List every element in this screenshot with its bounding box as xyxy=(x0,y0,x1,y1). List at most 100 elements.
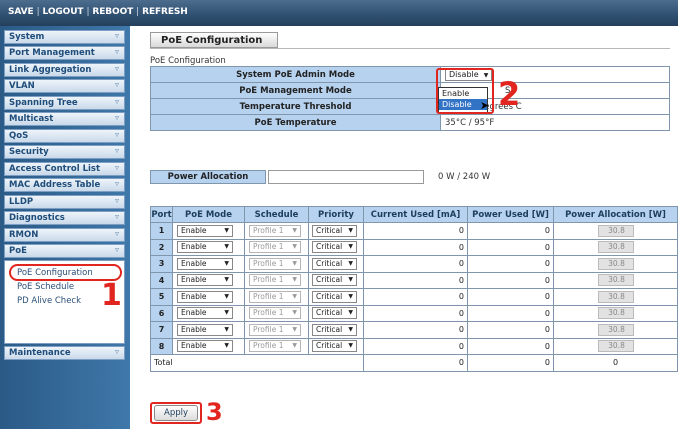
logout-link[interactable]: LOGOUT xyxy=(43,7,84,17)
priority-select[interactable]: Critical ▼ xyxy=(312,257,357,270)
sidebar-item-system[interactable]: System ▿ xyxy=(4,30,125,44)
submenu-item-poe-schedule[interactable]: PoE Schedule xyxy=(17,282,74,292)
dropdown-arrow-icon: ▼ xyxy=(292,243,297,251)
priority-select[interactable]: Critical ▼ xyxy=(312,241,357,254)
main-content: PoE Configuration PoE Configuration Syst… xyxy=(140,26,678,429)
poe-mode-select[interactable]: Enable ▼ xyxy=(177,340,233,353)
power-allocation-value: 0 W / 240 W xyxy=(438,172,491,182)
top-nav: SAVE | LOGOUT | REBOOT | REFRESH xyxy=(8,7,188,17)
power-allocation-cell: 30.8 xyxy=(553,337,678,355)
column-header-poe-mode: PoE Mode xyxy=(172,206,245,223)
poe-mode-value: Enable xyxy=(181,275,207,285)
priority-select[interactable]: Critical ▼ xyxy=(312,290,357,303)
top-bar: SAVE | LOGOUT | REBOOT | REFRESH xyxy=(0,0,678,26)
config-row-mgmt-mode: PoE Management Mode S xyxy=(150,82,670,99)
poe-mode-select[interactable]: Enable ▼ xyxy=(177,307,233,320)
current-used: 0 xyxy=(363,271,468,289)
sidebar-item-label: VLAN xyxy=(9,81,35,91)
tab-poe-configuration[interactable]: PoE Configuration xyxy=(150,32,278,48)
port-number: 6 xyxy=(150,304,173,322)
sidebar-item-vlan[interactable]: VLAN ▿ xyxy=(4,79,125,93)
power-used: 0 xyxy=(467,238,554,256)
poe-mode-select[interactable]: Enable ▼ xyxy=(177,323,233,336)
save-link[interactable]: SAVE xyxy=(8,7,34,17)
apply-button[interactable]: Apply xyxy=(154,405,198,421)
schedule-cell: Profile 1 ▼ xyxy=(244,321,309,339)
schedule-select: Profile 1 ▼ xyxy=(249,241,301,254)
reboot-link[interactable]: REBOOT xyxy=(92,7,133,17)
dropdown-arrow-icon: ▼ xyxy=(292,309,297,317)
dropdown-arrow-icon: ▼ xyxy=(292,325,297,333)
poe-ports-table: Port PoE Mode Schedule Priority Current … xyxy=(150,206,678,372)
power-allocation-input: 30.8 xyxy=(597,257,634,270)
dropdown-arrow-icon: ▼ xyxy=(224,226,229,234)
sidebar-item-maintenance[interactable]: Maintenance ▿ xyxy=(4,346,125,360)
priority-select[interactable]: Critical ▼ xyxy=(312,307,357,320)
mouse-cursor-icon: ➤ xyxy=(480,99,490,112)
table-row: 2 Enable ▼ Profile 1 ▼ Critical ▼ 0 0 30.8 xyxy=(150,238,678,256)
dropdown-arrow-icon: ▼ xyxy=(292,276,297,284)
sidebar-item-poe[interactable]: PoE ▿ xyxy=(4,244,125,258)
sidebar-item-qos[interactable]: QoS ▿ xyxy=(4,129,125,143)
chevron-down-icon: ▿ xyxy=(114,130,119,139)
power-allocation-cell: 30.8 xyxy=(553,222,678,240)
poe-mode-select[interactable]: Enable ▼ xyxy=(177,224,233,237)
sidebar-item-link-aggregation[interactable]: Link Aggregation ▿ xyxy=(4,63,125,77)
schedule-value: Profile 1 xyxy=(253,225,284,235)
dropdown-arrow-icon: ▼ xyxy=(224,292,229,300)
power-allocation-input: 30.8 xyxy=(597,224,634,237)
port-number: 5 xyxy=(150,288,173,306)
sidebar-item-diagnostics[interactable]: Diagnostics ▿ xyxy=(4,211,125,225)
admin-mode-label: System PoE Admin Mode xyxy=(150,66,441,83)
refresh-link[interactable]: REFRESH xyxy=(142,7,188,17)
submenu-item-poe-configuration[interactable]: PoE Configuration xyxy=(17,268,93,278)
table-row: 8 Enable ▼ Profile 1 ▼ Critical ▼ 0 0 30.8 xyxy=(150,337,678,355)
poe-mode-select[interactable]: Enable ▼ xyxy=(177,290,233,303)
priority-select[interactable]: Critical ▼ xyxy=(312,224,357,237)
separator: | xyxy=(136,7,140,17)
current-used: 0 xyxy=(363,238,468,256)
sidebar-item-port-management[interactable]: Port Management ▿ xyxy=(4,46,125,60)
power-used: 0 xyxy=(467,337,554,355)
current-used: 0 xyxy=(363,337,468,355)
poe-mode-select[interactable]: Enable ▼ xyxy=(177,274,233,287)
chevron-down-icon: ▿ xyxy=(114,245,119,254)
total-current: 0 xyxy=(363,354,468,372)
power-used: 0 xyxy=(467,288,554,306)
poe-mode-value: Enable xyxy=(181,225,207,235)
chevron-down-icon: ▿ xyxy=(114,146,119,155)
port-number: 4 xyxy=(150,271,173,289)
total-row: Total 0 0 0 xyxy=(150,354,678,372)
priority-select[interactable]: Critical ▼ xyxy=(312,274,357,287)
poe-mode-value: Enable xyxy=(181,308,207,318)
sidebar-item-security[interactable]: Security ▿ xyxy=(4,145,125,159)
chevron-down-icon: ▿ xyxy=(114,347,119,356)
submenu-item-pd-alive-check[interactable]: PD Alive Check xyxy=(17,296,81,306)
sidebar-item-rmon[interactable]: RMON ▿ xyxy=(4,228,125,242)
sidebar-item-multicast[interactable]: Multicast ▿ xyxy=(4,112,125,126)
separator: | xyxy=(36,7,40,17)
poe-mode-select[interactable]: Enable ▼ xyxy=(177,241,233,254)
dropdown-arrow-icon: ▼ xyxy=(348,342,353,350)
dropdown-arrow-icon: ▼ xyxy=(224,276,229,284)
sidebar-item-access-control-list[interactable]: Access Control List ▿ xyxy=(4,162,125,176)
sidebar-item-mac-address-table[interactable]: MAC Address Table ▿ xyxy=(4,178,125,192)
poe-mode-select[interactable]: Enable ▼ xyxy=(177,257,233,270)
priority-cell: Critical ▼ xyxy=(308,288,364,306)
power-used: 0 xyxy=(467,222,554,240)
config-row-threshold: Temperature Threshold 84 Degrees C xyxy=(150,98,670,115)
sidebar-item-lldp[interactable]: LLDP ▿ xyxy=(4,195,125,209)
poe-mode-value: Enable xyxy=(181,324,207,334)
priority-select[interactable]: Critical ▼ xyxy=(312,340,357,353)
sidebar-item-label: System xyxy=(9,32,45,42)
power-allocation-cell: 30.8 xyxy=(553,238,678,256)
dropdown-arrow-icon: ▼ xyxy=(224,309,229,317)
sidebar-item-spanning-tree[interactable]: Spanning Tree ▿ xyxy=(4,96,125,110)
priority-select[interactable]: Critical ▼ xyxy=(312,323,357,336)
poe-mode-cell: Enable ▼ xyxy=(172,321,245,339)
temperature-label: PoE Temperature xyxy=(150,114,441,131)
dropdown-arrow-icon: ▼ xyxy=(224,259,229,267)
divider xyxy=(150,48,670,49)
priority-cell: Critical ▼ xyxy=(308,255,364,273)
priority-value: Critical xyxy=(316,324,343,334)
